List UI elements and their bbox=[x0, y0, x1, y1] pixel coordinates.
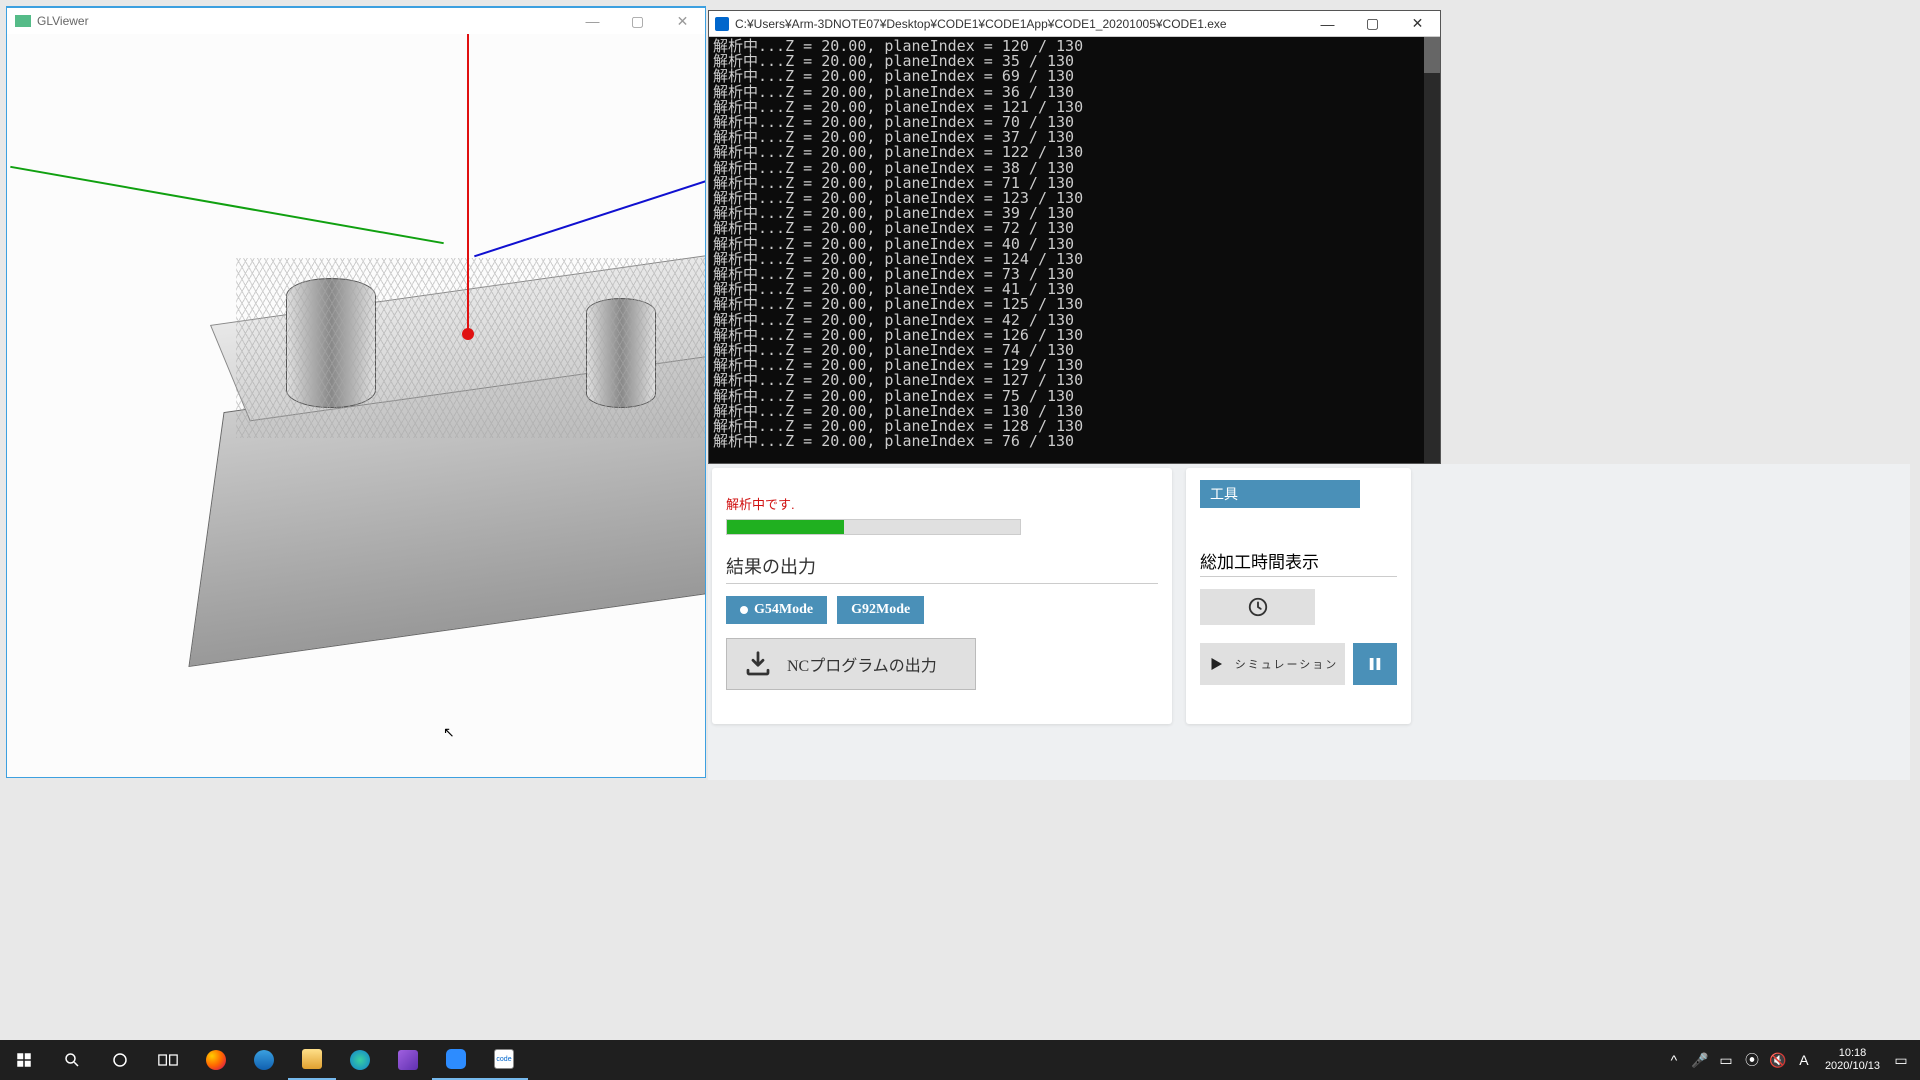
tray-volume-icon[interactable]: 🔇 bbox=[1765, 1052, 1791, 1069]
console-scrollbar[interactable] bbox=[1424, 37, 1440, 463]
taskbar: code ^ 🎤 ▭ ⦿ 🔇 A 10:18 2020/10/13 ▭ bbox=[0, 1040, 1920, 1080]
download-icon bbox=[743, 649, 773, 679]
glviewer-titlebar[interactable]: GLViewer — ▢ ✕ bbox=[7, 8, 705, 34]
tray-notifications-icon[interactable]: ▭ bbox=[1888, 1052, 1914, 1069]
edge-icon bbox=[350, 1050, 370, 1070]
taskview-icon bbox=[158, 1052, 178, 1068]
console-output[interactable]: 解析中...Z = 20.00, planeIndex = 120 / 130 … bbox=[709, 37, 1440, 463]
console-scroll-thumb[interactable] bbox=[1424, 37, 1440, 73]
taskbar-code1[interactable]: code bbox=[480, 1040, 528, 1080]
console-title: C:¥Users¥Arm-3DNOTE07¥Desktop¥CODE1¥CODE… bbox=[735, 17, 1227, 31]
taskbar-zoom[interactable] bbox=[432, 1040, 480, 1080]
windows-icon bbox=[15, 1051, 33, 1069]
system-tray: ^ 🎤 ▭ ⦿ 🔇 A 10:18 2020/10/13 ▭ bbox=[1661, 1047, 1920, 1073]
console-close-button[interactable]: ✕ bbox=[1395, 11, 1440, 37]
pause-icon bbox=[1366, 655, 1384, 673]
console-window: C:¥Users¥Arm-3DNOTE07¥Desktop¥CODE1¥CODE… bbox=[708, 10, 1441, 464]
firefox-icon bbox=[206, 1050, 226, 1070]
tray-ime[interactable]: A bbox=[1791, 1052, 1817, 1068]
close-button[interactable]: ✕ bbox=[660, 8, 705, 34]
simulation-pause-button[interactable] bbox=[1353, 643, 1397, 685]
tray-mic-icon[interactable]: 🎤 bbox=[1687, 1052, 1713, 1069]
g54-mode-button[interactable]: G54Mode bbox=[726, 596, 827, 624]
app2-icon bbox=[254, 1050, 274, 1070]
progress-bar bbox=[726, 519, 1021, 535]
output-section-title: 結果の出力 bbox=[726, 553, 1158, 584]
g92-mode-button[interactable]: G92Mode bbox=[837, 596, 924, 624]
search-icon bbox=[63, 1051, 81, 1069]
simulation-play-button[interactable]: シミュレーション bbox=[1200, 643, 1345, 685]
progress-fill bbox=[727, 520, 844, 534]
console-minimize-button[interactable]: — bbox=[1305, 11, 1350, 37]
output-panel: 解析中です. 結果の出力 G54Mode G92Mode NCプログラムの出力 bbox=[712, 468, 1172, 724]
taskbar-explorer[interactable] bbox=[288, 1040, 336, 1080]
tool-header: 工具 bbox=[1200, 480, 1360, 508]
cursor-icon: ↖ bbox=[443, 724, 455, 741]
tray-wifi-icon[interactable]: ⦿ bbox=[1739, 1050, 1765, 1070]
tray-time: 10:18 bbox=[1825, 1047, 1880, 1060]
glviewer-window: GLViewer — ▢ ✕ ↖ bbox=[6, 6, 706, 778]
code1-icon: code bbox=[494, 1049, 514, 1069]
model-3d bbox=[96, 178, 616, 558]
taskbar-app2[interactable] bbox=[240, 1040, 288, 1080]
status-text: 解析中です. bbox=[726, 494, 1158, 513]
tool-panel: 工具 総加工時間表示 シミュレーション bbox=[1186, 468, 1411, 724]
search-button[interactable] bbox=[48, 1040, 96, 1080]
tray-date: 2020/10/13 bbox=[1825, 1060, 1880, 1073]
g92-label: G92Mode bbox=[851, 602, 910, 618]
y-axis-icon bbox=[467, 34, 469, 334]
zoom-icon bbox=[446, 1049, 466, 1069]
time-display bbox=[1200, 589, 1315, 625]
nc-output-label: NCプログラムの出力 bbox=[787, 652, 937, 676]
taskbar-firefox[interactable] bbox=[192, 1040, 240, 1080]
clock-icon bbox=[1247, 596, 1269, 618]
tray-chevron-icon[interactable]: ^ bbox=[1661, 1052, 1687, 1068]
folder-icon bbox=[302, 1049, 322, 1069]
play-icon bbox=[1207, 655, 1225, 673]
g54-label: G54Mode bbox=[754, 602, 813, 618]
glviewer-title: GLViewer bbox=[37, 14, 89, 28]
taskview-button[interactable] bbox=[144, 1040, 192, 1080]
gl-viewport[interactable] bbox=[7, 34, 705, 777]
taskbar-vs[interactable] bbox=[384, 1040, 432, 1080]
start-button[interactable] bbox=[0, 1040, 48, 1080]
cortana-button[interactable] bbox=[96, 1040, 144, 1080]
minimize-button[interactable]: — bbox=[570, 8, 615, 34]
simulation-label: シミュレーション bbox=[1235, 656, 1339, 672]
time-section-title: 総加工時間表示 bbox=[1200, 548, 1397, 577]
nc-output-button[interactable]: NCプログラムの出力 bbox=[726, 638, 976, 690]
glviewer-app-icon bbox=[15, 15, 31, 27]
cortana-icon bbox=[111, 1051, 129, 1069]
taskbar-edge[interactable] bbox=[336, 1040, 384, 1080]
maximize-button[interactable]: ▢ bbox=[615, 8, 660, 34]
console-titlebar[interactable]: C:¥Users¥Arm-3DNOTE07¥Desktop¥CODE1¥CODE… bbox=[709, 11, 1440, 37]
console-maximize-button[interactable]: ▢ bbox=[1350, 11, 1395, 37]
visualstudio-icon bbox=[398, 1050, 418, 1070]
tray-battery-icon[interactable]: ▭ bbox=[1713, 1052, 1739, 1069]
radio-dot-icon bbox=[740, 606, 748, 614]
tray-clock[interactable]: 10:18 2020/10/13 bbox=[1817, 1047, 1888, 1073]
console-app-icon bbox=[715, 17, 729, 31]
